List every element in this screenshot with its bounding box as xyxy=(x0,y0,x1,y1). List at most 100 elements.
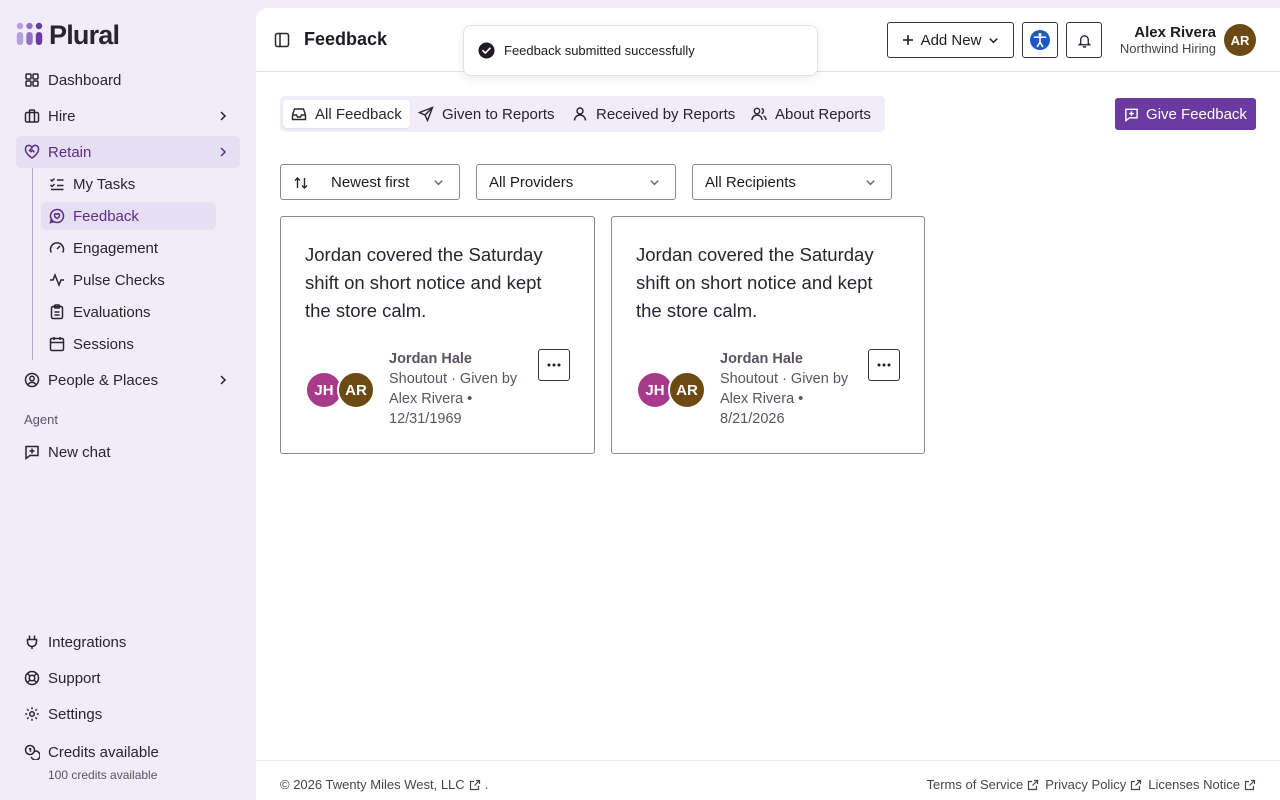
sidebar-toggle-icon[interactable] xyxy=(274,32,290,48)
copyright-link[interactable]: © 2026 Twenty Miles West, LLC xyxy=(280,777,465,792)
card-avatars: JH AR xyxy=(636,371,708,409)
card-meta: Jordan Hale Shoutout · Given by Alex Riv… xyxy=(720,349,870,429)
external-link-icon xyxy=(1131,779,1142,790)
sidebar-item-retain[interactable]: Retain xyxy=(16,136,240,168)
main-content: Feedback Add New Alex Rivera Northwind H… xyxy=(256,8,1280,800)
sidebar-item-new-chat[interactable]: New chat xyxy=(16,436,240,468)
sidebar-item-label: Engagement xyxy=(73,239,159,257)
sidebar-item-label: Sessions xyxy=(73,335,134,353)
add-new-button[interactable]: Add New xyxy=(887,22,1014,58)
sort-arrows-icon xyxy=(294,177,308,189)
sidebar-item-label: My Tasks xyxy=(73,175,136,193)
sidebar-item-label: People & Places xyxy=(48,371,159,389)
sidebar-item-label: Dashboard xyxy=(48,71,122,89)
sort-value: Newest first xyxy=(331,174,410,191)
sidebar-item-engagement[interactable]: Engagement xyxy=(41,234,216,262)
sidebar-item-label: Pulse Checks xyxy=(73,271,165,289)
activity-icon xyxy=(50,272,64,288)
gear-icon xyxy=(25,707,39,721)
list-checks-icon xyxy=(49,177,64,191)
plus-icon xyxy=(902,35,913,45)
feedback-card: Jordan covered the Saturday shift on sho… xyxy=(611,216,925,454)
licenses-label: Licenses Notice xyxy=(1148,777,1240,792)
card-meta-text: Shoutout · Given by Alex Rivera • xyxy=(389,371,518,407)
message-heart-icon xyxy=(49,208,65,224)
privacy-label: Privacy Policy xyxy=(1045,777,1127,792)
footer: © 2026 Twenty Miles West, LLC . Terms of… xyxy=(256,760,1280,800)
tab-received-by-reports[interactable]: Received by Reports xyxy=(564,100,743,128)
tab-label: Received by Reports xyxy=(596,105,736,123)
card-meta: Jordan Hale Shoutout · Given by Alex Riv… xyxy=(389,349,539,429)
sidebar-item-my-tasks[interactable]: My Tasks xyxy=(41,170,216,198)
tab-all-feedback[interactable]: All Feedback xyxy=(283,100,410,128)
sidebar: Plural Dashboard Hire Retain My Tasks Fe… xyxy=(0,0,256,800)
chevron-down-icon xyxy=(650,180,659,186)
sidebar-item-label: Support xyxy=(48,669,101,687)
user-avatar[interactable]: AR xyxy=(1224,24,1256,56)
clipboard-icon xyxy=(50,304,64,320)
feedback-text: Jordan covered the Saturday shift on sho… xyxy=(305,244,543,321)
tab-given-to-reports[interactable]: Given to Reports xyxy=(410,100,563,128)
tab-about-reports[interactable]: About Reports xyxy=(743,100,879,128)
sidebar-item-pulse-checks[interactable]: Pulse Checks xyxy=(41,266,216,294)
coins-icon xyxy=(24,744,40,760)
tab-label: All Feedback xyxy=(315,105,402,123)
card-more-button[interactable] xyxy=(538,349,570,381)
more-horizontal-icon xyxy=(547,363,561,367)
sidebar-item-label: Evaluations xyxy=(73,303,151,321)
sidebar-item-support[interactable]: Support xyxy=(16,662,240,694)
give-feedback-label: Give Feedback xyxy=(1146,105,1247,123)
credits-count: 100 credits available xyxy=(48,768,158,782)
message-plus-icon xyxy=(1125,108,1138,122)
notifications-button[interactable] xyxy=(1066,22,1102,58)
sidebar-item-credits[interactable]: Credits available xyxy=(16,736,240,768)
footer-links: Terms of Service Privacy Policy Licenses… xyxy=(926,777,1256,792)
sidebar-item-hire[interactable]: Hire xyxy=(16,100,240,132)
user-circle-icon xyxy=(24,372,40,388)
tab-label: Given to Reports xyxy=(442,105,555,123)
sidebar-item-integrations[interactable]: Integrations xyxy=(16,626,240,658)
card-meta-text: Shoutout · Given by Alex Rivera • xyxy=(720,371,849,407)
copyright-period: . xyxy=(484,777,489,792)
plural-logo-icon xyxy=(16,22,43,45)
more-horizontal-icon xyxy=(877,363,891,367)
providers-select[interactable]: All Providers xyxy=(476,164,676,200)
message-plus-icon xyxy=(25,445,39,460)
chevron-down-icon xyxy=(989,37,999,43)
accessibility-button[interactable] xyxy=(1022,22,1058,58)
sidebar-item-evaluations[interactable]: Evaluations xyxy=(41,298,216,326)
privacy-link[interactable]: Privacy Policy xyxy=(1045,777,1142,792)
user-organization: Northwind Hiring xyxy=(1119,41,1216,56)
sidebar-item-sessions[interactable]: Sessions xyxy=(41,330,216,358)
submenu-line xyxy=(32,168,33,360)
dashboard-icon xyxy=(25,73,39,87)
recipients-select[interactable]: All Recipients xyxy=(692,164,892,200)
chevron-right-icon xyxy=(220,147,227,157)
chevron-right-icon xyxy=(220,111,227,121)
giver-avatar: AR xyxy=(337,371,375,409)
sidebar-item-feedback[interactable]: Feedback xyxy=(41,202,216,230)
calendar-icon xyxy=(49,337,65,352)
providers-value: All Providers xyxy=(489,174,574,191)
licenses-link[interactable]: Licenses Notice xyxy=(1148,777,1256,792)
gauge-icon xyxy=(49,242,65,253)
sidebar-item-people-places[interactable]: People & Places xyxy=(16,364,240,396)
giver-avatar: AR xyxy=(668,371,706,409)
terms-link[interactable]: Terms of Service xyxy=(926,777,1039,792)
logo[interactable]: Plural xyxy=(16,20,120,51)
feedback-text: Jordan covered the Saturday shift on sho… xyxy=(636,244,874,321)
sort-select[interactable]: Newest first xyxy=(280,164,460,200)
sidebar-item-label: Settings xyxy=(48,705,103,723)
card-more-button[interactable] xyxy=(868,349,900,381)
check-circle-icon xyxy=(478,42,495,59)
card-avatars: JH AR xyxy=(305,371,377,409)
external-link-icon xyxy=(1028,779,1039,790)
section-label-agent: Agent xyxy=(24,412,58,427)
give-feedback-button[interactable]: Give Feedback xyxy=(1115,98,1256,130)
tab-label: About Reports xyxy=(775,105,871,123)
sidebar-item-dashboard[interactable]: Dashboard xyxy=(16,64,240,96)
feedback-card: Jordan covered the Saturday shift on sho… xyxy=(280,216,595,454)
card-author: Jordan Hale xyxy=(720,351,803,367)
sidebar-item-settings[interactable]: Settings xyxy=(16,698,240,730)
accessibility-icon xyxy=(1030,30,1050,50)
